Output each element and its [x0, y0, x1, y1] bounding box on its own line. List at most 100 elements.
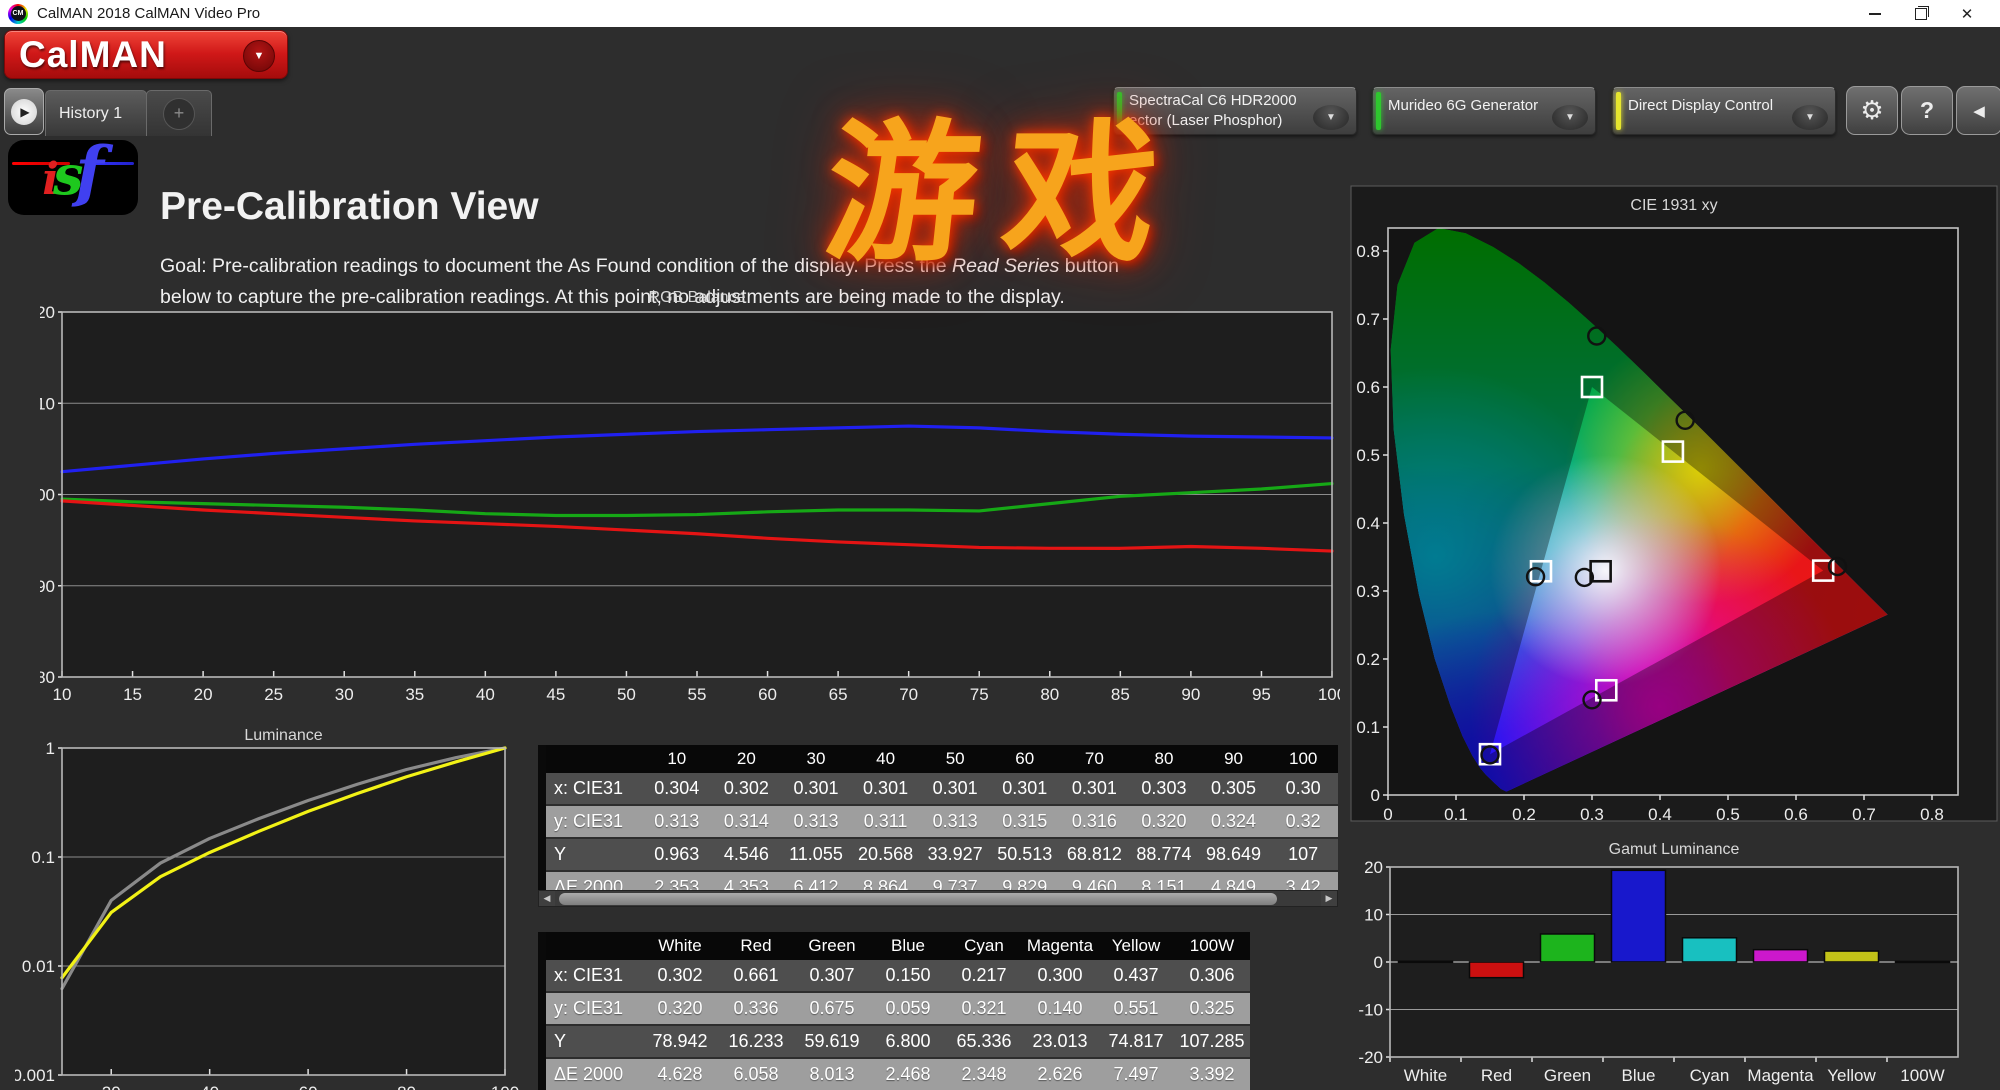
svg-text:0.2: 0.2: [1356, 650, 1380, 669]
table-cell: 0.307: [794, 960, 870, 993]
tab-label: History 1: [59, 104, 123, 122]
calman-menu-button[interactable]: CalMAN ▼: [4, 30, 288, 79]
table-cell: 0.325: [1174, 992, 1250, 1026]
table-cell: 0.301: [1059, 773, 1130, 806]
column-header: 60: [989, 745, 1060, 773]
svg-text:20: 20: [102, 1083, 121, 1090]
row-label: ΔE 2000: [542, 1058, 642, 1090]
chevron-down-icon: ▼: [1313, 105, 1349, 130]
table-cell: 0.311: [850, 805, 921, 839]
scroll-right-icon[interactable]: ▶: [1321, 891, 1337, 906]
table-cell: 0.302: [642, 960, 718, 993]
column-header: 10: [642, 745, 712, 773]
row-label: x: CIE31: [542, 773, 642, 806]
window-title: CalMAN 2018 CalMAN Video Pro: [37, 5, 261, 22]
table-cell: 0.150: [870, 960, 946, 993]
table-cell: 8.013: [794, 1058, 870, 1090]
svg-text:0.6: 0.6: [1784, 805, 1808, 822]
column-header: Blue: [870, 932, 946, 960]
table-cell: 65.336: [946, 1025, 1022, 1059]
add-tab-button[interactable]: +: [146, 90, 212, 136]
table-cell: 16.233: [718, 1025, 794, 1059]
play-arrow-icon: ▶: [11, 98, 37, 125]
table-cell: 0.301: [781, 773, 851, 806]
table-cell: 0.313: [781, 805, 851, 839]
svg-text:-20: -20: [1358, 1048, 1383, 1067]
svg-text:Green: Green: [1544, 1066, 1591, 1085]
table-cell: 0.140: [1022, 992, 1098, 1026]
table-cell: 88.774: [1129, 838, 1199, 872]
column-header: 100W: [1174, 932, 1250, 960]
svg-text:45: 45: [546, 685, 565, 704]
grayscale-data-table: 10 20 30 40 50 60 70 80 90 100 x: CIE31 0.304 0.302 0…: [538, 745, 1338, 905]
gamut-data-table: White Red Green Blue Cyan Magenta Yellow 100W x:…: [538, 932, 1250, 1090]
table-cell: 4.546: [711, 838, 782, 872]
column-header: Cyan: [946, 932, 1022, 960]
gamut-luminance-chart: Gamut Luminance -20 -10 0 10 20 White Red Green B…: [1358, 841, 1959, 1085]
table-cell: 20.568: [850, 838, 921, 872]
table-cell: 50.513: [989, 838, 1060, 872]
svg-text:0.001: 0.001: [15, 1066, 55, 1085]
table-cell: 98.649: [1198, 838, 1269, 872]
collapse-panel-button[interactable]: ◀: [1956, 86, 2000, 135]
column-header: 100: [1268, 745, 1338, 773]
svg-text:90: 90: [1181, 685, 1200, 704]
table-row: y: CIE31 0.320 0.336 0.675 0.059 0.321 0.140 0.…: [542, 992, 1250, 1026]
table-cell: 4.628: [642, 1058, 718, 1090]
svg-text:White: White: [1404, 1066, 1447, 1085]
isf-logo: isf: [8, 132, 138, 215]
help-button[interactable]: ?: [1901, 86, 1953, 135]
svg-text:0.5: 0.5: [1716, 805, 1740, 822]
display-control-selector[interactable]: Direct Display Control ▼: [1612, 87, 1836, 135]
table-cell: 0.551: [1098, 992, 1174, 1026]
column-header: 90: [1198, 745, 1269, 773]
table-row: Y 78.942 16.233 59.619 6.800 65.336 23.013 74.8…: [542, 1025, 1250, 1059]
table-cell: 0.313: [642, 805, 712, 839]
table-cell: 0.306: [1174, 960, 1250, 993]
minimize-button[interactable]: [1852, 0, 1898, 27]
table-cell: 0.321: [946, 992, 1022, 1026]
close-button[interactable]: ✕: [1944, 0, 1990, 27]
table-cell: 0.313: [920, 805, 990, 839]
column-header: 40: [850, 745, 921, 773]
svg-text:0.3: 0.3: [1580, 805, 1604, 822]
settings-button[interactable]: ⚙: [1846, 86, 1898, 135]
source-selector[interactable]: Murideo 6G Generator ▼: [1372, 87, 1596, 135]
svg-text:110: 110: [40, 394, 55, 413]
question-icon: ?: [1919, 97, 1935, 123]
column-header: 80: [1129, 745, 1199, 773]
svg-text:100: 100: [491, 1083, 519, 1090]
svg-text:0.4: 0.4: [1648, 805, 1672, 822]
tab-scroll-left-button[interactable]: ▶: [4, 88, 44, 135]
table-cell: 0.316: [1059, 805, 1130, 839]
scroll-left-icon[interactable]: ◀: [539, 891, 555, 906]
table-cell: 0.301: [850, 773, 921, 806]
rainbow-bar: [292, 42, 2000, 56]
table-horizontal-scrollbar[interactable]: ◀ ▶: [538, 890, 1338, 907]
display-status-indicator: [1616, 92, 1621, 130]
bar-green: [1539, 933, 1596, 963]
app-icon: CM: [8, 3, 28, 24]
table-row: y: CIE31 0.313 0.314 0.313 0.311 0.313 0.315 0.…: [542, 805, 1338, 839]
table-cell: 0.324: [1198, 805, 1269, 839]
svg-text:Yellow: Yellow: [1827, 1066, 1876, 1085]
svg-text:95: 95: [1252, 685, 1271, 704]
svg-text:0.1: 0.1: [31, 848, 55, 867]
source-status-indicator: [1376, 92, 1381, 130]
chevron-down-icon: ▼: [243, 40, 275, 72]
tab-history-1[interactable]: History 1: [45, 90, 147, 136]
svg-text:0.01: 0.01: [22, 957, 55, 976]
arrow-left-icon: ◀: [1973, 102, 1985, 120]
table-cell: 0.336: [718, 992, 794, 1026]
table-cell: 68.812: [1059, 838, 1130, 872]
table-cell: 6.800: [870, 1025, 946, 1059]
table-cell: 6.058: [718, 1058, 794, 1090]
column-header: Green: [794, 932, 870, 960]
table-cell: 0.059: [870, 992, 946, 1026]
svg-text:0.6: 0.6: [1356, 378, 1380, 397]
scrollbar-thumb[interactable]: [559, 892, 1277, 905]
restore-button[interactable]: [1898, 0, 1944, 27]
table-cell: 2.348: [946, 1058, 1022, 1090]
table-cell: 0.32: [1268, 805, 1338, 839]
column-header: White: [642, 932, 718, 960]
